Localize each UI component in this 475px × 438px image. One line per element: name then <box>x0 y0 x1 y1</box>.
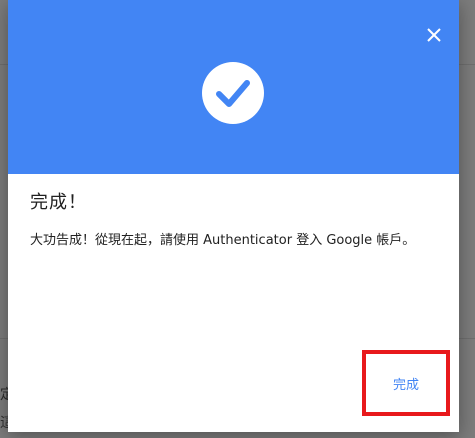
check-circle-icon <box>202 62 264 124</box>
dialog-message: 大功告成！從現在起，請使用 Authenticator 登入 Google 帳戶… <box>30 233 416 248</box>
close-icon[interactable] <box>421 22 447 48</box>
dialog-title: 完成！ <box>30 192 87 213</box>
success-dialog: 完成！ 大功告成！從現在起，請使用 Authenticator 登入 Googl… <box>8 0 459 432</box>
highlight-annotation <box>362 350 450 416</box>
dialog-header <box>8 0 459 174</box>
